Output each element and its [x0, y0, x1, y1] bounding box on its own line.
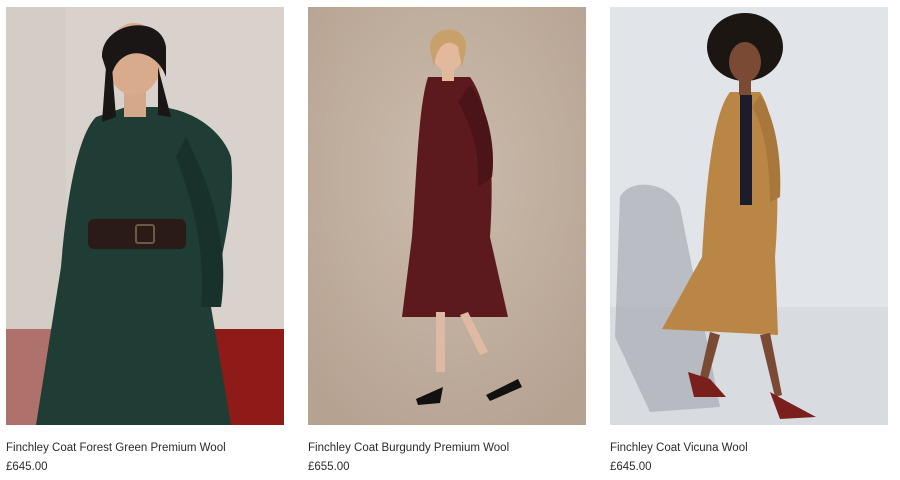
model-photo-forest-green — [6, 7, 284, 425]
product-image[interactable] — [308, 7, 586, 425]
product-card[interactable]: Finchley Coat Burgundy Premium Wool £655… — [308, 7, 586, 474]
product-price: £645.00 — [610, 461, 652, 473]
product-grid: Finchley Coat Forest Green Premium Wool … — [0, 0, 900, 480]
product-name-link[interactable]: Finchley Coat Forest Green Premium Wool — [6, 441, 284, 455]
product-image[interactable] — [610, 7, 888, 425]
product-image[interactable] — [6, 7, 284, 425]
product-name-link[interactable]: Finchley Coat Vicuna Wool — [610, 441, 888, 455]
product-card[interactable]: Finchley Coat Vicuna Wool £645.00 — [610, 7, 888, 474]
model-photo-burgundy — [308, 7, 586, 425]
product-price: £655.00 — [308, 461, 350, 473]
product-name-link[interactable]: Finchley Coat Burgundy Premium Wool — [308, 441, 586, 455]
product-card[interactable]: Finchley Coat Forest Green Premium Wool … — [6, 7, 284, 474]
product-price: £645.00 — [6, 461, 48, 473]
model-photo-vicuna — [610, 7, 888, 425]
